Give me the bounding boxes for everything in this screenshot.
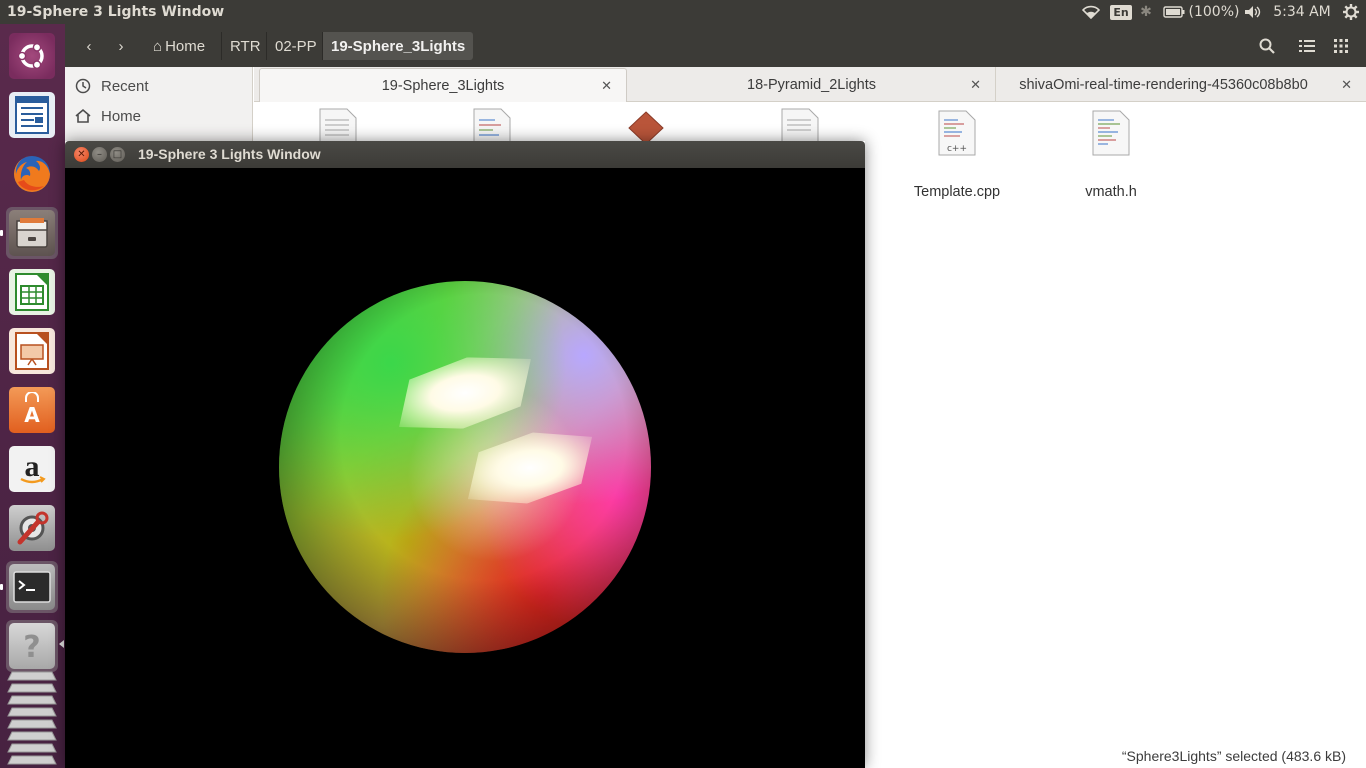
opengl-render-canvas[interactable]: [65, 168, 865, 768]
breadcrumb-02-pp[interactable]: 02-PP: [266, 32, 325, 60]
amazon-icon: a: [9, 446, 55, 492]
top-panel: 19-Sphere 3 Lights Window En ✱ (100%) 5:…: [0, 0, 1366, 24]
grid-view-icon: [1334, 39, 1348, 53]
breadcrumb-current-folder[interactable]: 19-Sphere_3Lights: [322, 32, 474, 60]
sidebar-item-label: Recent: [101, 77, 149, 95]
terminal-launcher[interactable]: [0, 561, 58, 613]
close-icon[interactable]: ✕: [970, 77, 981, 93]
tab-shivaomi-real-time-rendering[interactable]: shivaOmi-real-time-rendering-45360c08b8b…: [997, 67, 1366, 102]
bluetooth-icon[interactable]: ✱: [1134, 0, 1158, 24]
window-titlebar[interactable]: ✕ – □ 19-Sphere 3 Lights Window: [65, 141, 865, 168]
close-icon[interactable]: ✕: [1341, 77, 1352, 93]
file-name[interactable]: vmath.h: [1041, 184, 1181, 200]
breadcrumb-label: Home: [165, 37, 206, 55]
close-icon[interactable]: ✕: [601, 78, 612, 94]
unity-launcher: A a ?: [0, 24, 65, 768]
sphere-3-lights-window: ✕ – □ 19-Sphere 3 Lights Window: [65, 141, 865, 768]
breadcrumb-label: RTR: [230, 37, 261, 55]
home-icon: [75, 108, 91, 123]
firefox-icon: [9, 151, 55, 197]
battery-percent: (100%): [1188, 4, 1240, 20]
keyboard-layout-indicator[interactable]: En: [1108, 0, 1134, 24]
maximize-window-button[interactable]: □: [110, 147, 125, 162]
clock[interactable]: 5:34 AM: [1268, 0, 1336, 24]
maximize-icon: □: [112, 148, 123, 160]
forward-button[interactable]: ›: [107, 32, 135, 60]
window-title: 19-Sphere 3 Lights Window: [138, 146, 321, 162]
tab-label: 19-Sphere_3Lights: [381, 78, 505, 94]
volume-icon[interactable]: [1238, 0, 1268, 24]
system-settings-launcher[interactable]: [6, 502, 58, 554]
header-file-icon[interactable]: [1092, 110, 1130, 156]
minimize-icon: –: [97, 148, 102, 160]
libreoffice-impress-launcher[interactable]: [6, 325, 58, 377]
breadcrumb-label: 02-PP: [275, 37, 317, 55]
battery-icon[interactable]: [1158, 0, 1190, 24]
breadcrumb-label: 19-Sphere_3Lights: [331, 37, 466, 55]
svg-text:a: a: [25, 451, 40, 483]
grid-view-button[interactable]: [1327, 32, 1355, 60]
file-name[interactable]: Template.cpp: [887, 184, 1027, 200]
clock-icon: [75, 78, 91, 94]
settings-wrench-icon: [9, 505, 55, 551]
writer-document-icon: [9, 92, 55, 138]
sphere-shading: [279, 281, 651, 653]
amazon-launcher[interactable]: a: [6, 443, 58, 495]
spreadsheet-icon: [9, 269, 55, 315]
ubuntu-dash-button[interactable]: [6, 30, 58, 82]
active-window-title: 19-Sphere 3 Lights Window: [7, 4, 225, 20]
file-cabinet-icon: [9, 210, 55, 256]
close-icon: ✕: [77, 148, 86, 160]
svg-text:?: ?: [23, 630, 40, 663]
question-mark-icon: ?: [9, 623, 55, 669]
sidebar-item-label: Home: [101, 107, 142, 125]
workspaces-stack-icon: [7, 671, 57, 765]
selection-status: “Sphere3Lights” selected (483.6 kB): [1121, 748, 1346, 764]
tab-18-pyramid-2lights[interactable]: 18-Pyramid_2Lights ✕: [628, 67, 996, 102]
svg-text:A: A: [24, 403, 40, 427]
presentation-icon: [9, 328, 55, 374]
close-window-button[interactable]: ✕: [74, 147, 89, 162]
running-indicator: [0, 230, 3, 236]
home-icon: ⌂: [153, 37, 163, 55]
gear-icon[interactable]: [1336, 0, 1366, 24]
file-manager-toolbar: ‹ › ⌂ Home RTR 02-PP 19-Sphere_3Lights: [65, 24, 1366, 67]
focused-indicator: [59, 640, 64, 648]
software-bag-icon: A: [9, 387, 55, 433]
search-button[interactable]: [1253, 32, 1281, 60]
sidebar-item-home[interactable]: Home: [75, 104, 141, 128]
sidebar-item-recent[interactable]: Recent: [75, 74, 149, 98]
ubuntu-logo-icon: [9, 33, 55, 79]
svg-text:c++: c++: [947, 144, 967, 154]
wifi-icon[interactable]: [1074, 0, 1108, 24]
chevron-right-icon: ›: [118, 37, 124, 55]
tab-label: 18-Pyramid_2Lights: [747, 76, 876, 93]
back-button[interactable]: ‹: [75, 32, 103, 60]
tab-19-sphere-3lights[interactable]: 19-Sphere_3Lights ✕: [259, 68, 627, 103]
workspace-switcher-launcher[interactable]: [6, 664, 58, 768]
indicator-area: En ✱ (100%) 5:34 AM: [1074, 0, 1366, 24]
list-view-icon: [1299, 40, 1315, 52]
libreoffice-calc-launcher[interactable]: [6, 266, 58, 318]
chevron-left-icon: ‹: [86, 37, 92, 55]
search-icon: [1259, 38, 1275, 54]
tab-label: shivaOmi-real-time-rendering-45360c08b8b…: [1019, 76, 1308, 93]
minimize-window-button[interactable]: –: [92, 147, 107, 162]
breadcrumb-home[interactable]: ⌂ Home: [145, 32, 213, 60]
tab-bar: 19-Sphere_3Lights ✕ 18-Pyramid_2Lights ✕…: [254, 67, 1366, 103]
cpp-file-icon[interactable]: c++: [938, 110, 976, 156]
files-launcher[interactable]: [0, 207, 58, 259]
running-indicator: [0, 584, 3, 590]
firefox-launcher[interactable]: [6, 148, 58, 200]
terminal-icon: [9, 564, 55, 610]
list-view-button[interactable]: [1293, 32, 1321, 60]
breadcrumb-rtr[interactable]: RTR: [221, 32, 269, 60]
libreoffice-writer-launcher[interactable]: [6, 89, 58, 141]
ubuntu-software-launcher[interactable]: A: [6, 384, 58, 436]
